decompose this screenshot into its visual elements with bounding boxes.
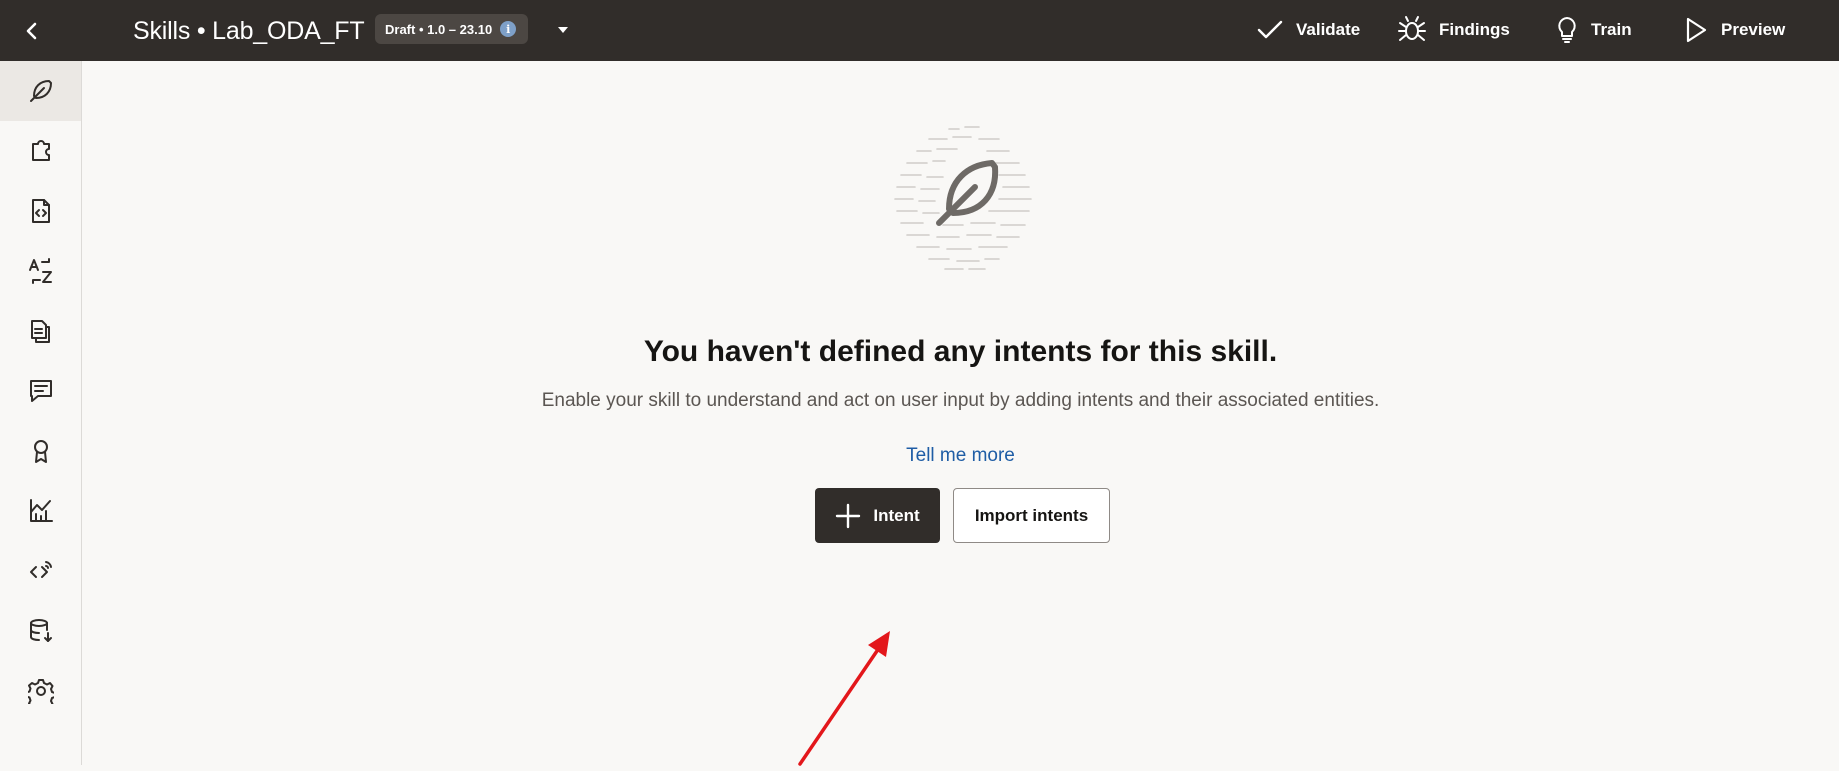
plus-icon	[836, 503, 861, 528]
empty-state-heading: You haven't defined any intents for this…	[643, 335, 1278, 368]
page-title: Skills • Lab_ODA_FT	[133, 17, 365, 45]
sidebar-item-flows[interactable]	[0, 181, 81, 241]
main-content: You haven't defined any intents for this…	[82, 61, 1839, 766]
feather-icon	[29, 80, 52, 102]
code-signal-icon	[29, 561, 52, 578]
sidebar-item-intents[interactable]	[0, 61, 81, 121]
sidebar-item-settings[interactable]	[0, 661, 81, 721]
import-intents-button[interactable]: Import intents	[953, 488, 1110, 543]
tell-me-more-link[interactable]: Tell me more	[906, 445, 1015, 466]
preview-button[interactable]: Preview	[1683, 12, 1785, 48]
preview-label: Preview	[1721, 20, 1786, 39]
sidebar-item-resource-bundles[interactable]	[0, 241, 81, 301]
version-badge-label: Draft • 1.0 – 23.10	[385, 21, 493, 37]
sidebar-item-quality[interactable]	[0, 421, 81, 481]
annotation-arrow-icon	[798, 631, 890, 766]
sidebar-item-components[interactable]	[0, 301, 81, 361]
chart-icon	[29, 499, 53, 522]
train-label: Train	[1591, 20, 1632, 39]
sidebar-item-conversation[interactable]	[0, 361, 81, 421]
back-button[interactable]	[16, 15, 48, 47]
feather-illustration-icon	[894, 126, 1032, 270]
caret-down-icon	[558, 27, 568, 33]
validate-button[interactable]: Validate	[1256, 12, 1360, 48]
documents-icon	[30, 320, 50, 343]
validate-label: Validate	[1296, 20, 1361, 39]
puzzle-icon	[31, 140, 50, 161]
import-intents-label: Import intents	[974, 505, 1089, 525]
info-icon[interactable]: i	[500, 21, 517, 37]
bug-icon	[1398, 16, 1426, 41]
top-bar: Skills • Lab_ODA_FT Draft • 1.0 – 23.10 …	[0, 0, 1839, 61]
translate-icon	[28, 258, 52, 284]
code-file-icon	[31, 199, 50, 223]
play-icon	[1686, 17, 1707, 43]
version-dropdown-button[interactable]	[555, 22, 571, 38]
add-intent-label: Intent	[873, 505, 920, 525]
sidebar-item-channels[interactable]	[0, 541, 81, 601]
chat-icon	[29, 380, 52, 402]
check-icon	[1257, 20, 1283, 39]
sidebar-item-insights[interactable]	[0, 481, 81, 541]
chevron-left-icon	[26, 22, 37, 40]
database-icon	[29, 619, 52, 642]
add-intent-button[interactable]: Intent	[815, 488, 940, 543]
train-button[interactable]: Train	[1555, 12, 1632, 48]
ribbon-icon	[33, 440, 48, 463]
gear-icon	[27, 679, 54, 704]
version-badge[interactable]: Draft • 1.0 – 23.10 i	[375, 14, 528, 44]
empty-state-description: Enable your skill to understand and act …	[541, 390, 1380, 411]
sidebar-item-entities[interactable]	[0, 121, 81, 181]
findings-button[interactable]: Findings	[1397, 12, 1510, 48]
sidebar-item-data-export[interactable]	[0, 601, 81, 661]
lightbulb-icon	[1558, 17, 1576, 43]
findings-label: Findings	[1439, 20, 1510, 39]
sidebar	[0, 61, 82, 765]
